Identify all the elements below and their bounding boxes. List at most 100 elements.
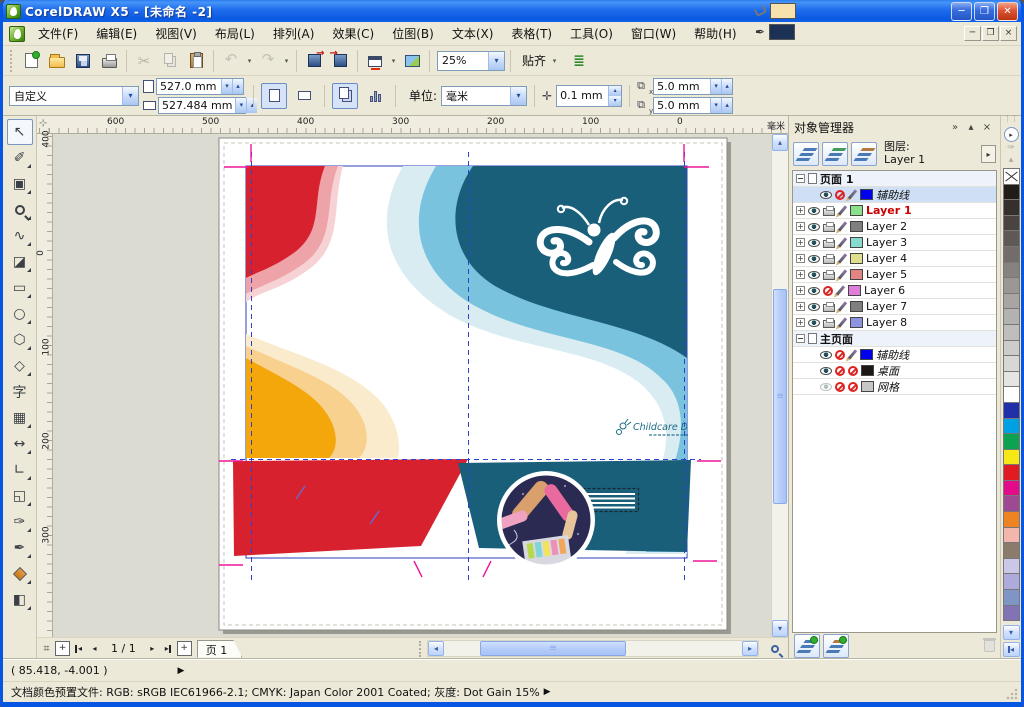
scroll-down-button[interactable]: ▾ (772, 620, 788, 637)
all-pages-button[interactable] (332, 83, 358, 109)
layer-row[interactable]: + Layer 4 (793, 251, 996, 267)
preset-combo-dropdown[interactable]: ▾ (122, 87, 138, 105)
layer-color-swatch[interactable] (850, 269, 863, 280)
color-swatch[interactable] (1003, 199, 1020, 216)
text-tool[interactable]: 字 (7, 379, 33, 405)
visibility-icon[interactable] (808, 223, 820, 231)
vertical-scroll-track[interactable] (772, 151, 788, 620)
layer-row[interactable]: + Layer 7 (793, 299, 996, 315)
redo-button[interactable]: ↷ (256, 49, 280, 73)
layer-row[interactable]: + Layer 2 (793, 219, 996, 235)
menu-item[interactable]: 文件(F) (29, 22, 87, 45)
toolbar-grip[interactable] (10, 50, 14, 72)
palette-expand-button[interactable]: ◂ (1003, 642, 1020, 657)
open-button[interactable] (45, 49, 69, 73)
layer-row[interactable]: + Layer 5 (793, 267, 996, 283)
vertical-ruler[interactable]: 0100200300400 (37, 134, 53, 637)
restore-button[interactable]: ❐ (974, 2, 995, 21)
blend-tool[interactable]: ◱ (7, 483, 33, 509)
drawing-scale-icon[interactable]: ⌗ (39, 642, 54, 656)
color-swatch[interactable] (1003, 605, 1020, 622)
edit-icon[interactable] (848, 189, 857, 199)
new-button[interactable] (19, 49, 43, 73)
color-swatch[interactable] (1003, 262, 1020, 279)
units-combo-dropdown[interactable]: ▾ (510, 87, 526, 105)
add-page-after-button[interactable]: + (177, 641, 192, 656)
desktop-layer-row[interactable]: 桌面 (793, 363, 996, 379)
nudge-down-spinner[interactable]: ▾ (608, 96, 621, 106)
edit-icon[interactable] (838, 317, 847, 327)
edit-icon[interactable] (836, 285, 845, 295)
horizontal-ruler[interactable]: ⊹ 6005004003002001000 毫米 (37, 116, 788, 134)
dupy-down-spinner[interactable]: ▾ (710, 98, 721, 113)
smart-fill-tool[interactable]: ◪ (7, 249, 33, 275)
edit-icon[interactable] (838, 205, 847, 215)
layer-row[interactable]: + Layer 6 (793, 283, 996, 299)
horizontal-scroll-thumb[interactable] (480, 641, 626, 656)
master-guides-row[interactable]: 辅助线 (793, 347, 996, 363)
expand-icon[interactable]: + (796, 222, 805, 231)
nudge-field[interactable]: 0.1 mm ▴▾ (556, 85, 622, 107)
fill-tool[interactable] (7, 561, 33, 587)
menu-item[interactable]: 布局(L) (206, 22, 264, 45)
edit-icon[interactable] (838, 301, 847, 311)
scroll-up-button[interactable]: ▴ (772, 134, 788, 151)
visibility-icon[interactable] (820, 351, 832, 359)
expand-icon[interactable]: + (796, 270, 805, 279)
page-height-field[interactable]: 527.484 mm ▾▴ (158, 97, 246, 114)
mdi-minimize-button[interactable]: ─ (964, 26, 981, 41)
application-launcher-button[interactable] (363, 49, 387, 73)
drawing-canvas[interactable]: Childcare Delight (53, 134, 771, 637)
duplicate-x-field[interactable]: 5.0 mm ▾▴ (653, 78, 733, 95)
color-swatch[interactable] (1003, 573, 1020, 590)
zoom-combo-dropdown[interactable]: ▾ (488, 52, 504, 70)
no-print-icon[interactable] (835, 382, 845, 392)
dupx-up-spinner[interactable]: ▴ (721, 79, 732, 94)
guides-layer-row[interactable]: 辅助线 (793, 187, 996, 203)
dupy-up-spinner[interactable]: ▴ (721, 98, 732, 113)
rectangle-tool[interactable]: ▭ (7, 275, 33, 301)
save-button[interactable] (71, 49, 95, 73)
color-swatch[interactable] (1003, 168, 1020, 185)
menu-item[interactable]: 表格(T) (502, 22, 561, 45)
shape-tool[interactable]: ✐ (7, 145, 33, 171)
drawing-area[interactable]: Childcare Delight (53, 134, 771, 637)
eyedropper-tool[interactable]: ✑ (7, 509, 33, 535)
color-swatch[interactable] (1003, 386, 1020, 403)
no-print-icon[interactable] (835, 190, 845, 200)
layer-color-swatch[interactable] (850, 205, 863, 216)
polygon-tool[interactable]: ⬡ (7, 327, 33, 353)
expand-icon[interactable]: + (796, 286, 805, 295)
ruler-origin-icon[interactable]: ⊹ (39, 118, 47, 129)
mdi-close-button[interactable]: × (1000, 26, 1017, 41)
edit-icon[interactable] (838, 221, 847, 231)
profile-expand-icon[interactable]: ▶ (544, 687, 551, 697)
zoom-tool[interactable] (7, 197, 33, 223)
freehand-tool[interactable]: ∿ (7, 223, 33, 249)
printable-icon[interactable] (823, 224, 835, 232)
units-combo[interactable]: 毫米 ▾ (441, 86, 527, 106)
collapse-icon[interactable]: − (796, 174, 805, 183)
visibility-icon[interactable] (808, 207, 820, 215)
height-down-spinner[interactable]: ▾ (235, 98, 246, 113)
visibility-icon[interactable] (808, 271, 820, 279)
scroll-right-button[interactable]: ▸ (742, 641, 758, 656)
expand-icon[interactable]: + (796, 238, 805, 247)
visibility-icon[interactable] (820, 367, 832, 375)
layer-manager-view-button[interactable] (851, 142, 877, 166)
layer-color-swatch[interactable] (850, 317, 863, 328)
color-swatch[interactable] (1003, 324, 1020, 341)
color-swatch[interactable] (1003, 308, 1020, 325)
layer-color-swatch[interactable] (850, 237, 863, 248)
snap-to-button[interactable]: 贴齐 ▾ (516, 50, 565, 71)
expand-icon[interactable]: + (796, 206, 805, 215)
scroll-left-button[interactable]: ◂ (428, 641, 444, 656)
layer-color-swatch[interactable] (861, 365, 874, 376)
edit-icon[interactable] (848, 349, 857, 359)
layer-color-swatch[interactable] (850, 221, 863, 232)
mdi-restore-button[interactable]: ❐ (982, 26, 999, 41)
edit-icon[interactable] (838, 253, 847, 263)
edit-icon[interactable] (838, 269, 847, 279)
color-swatch[interactable] (1003, 402, 1020, 419)
no-print-icon[interactable] (835, 350, 845, 360)
